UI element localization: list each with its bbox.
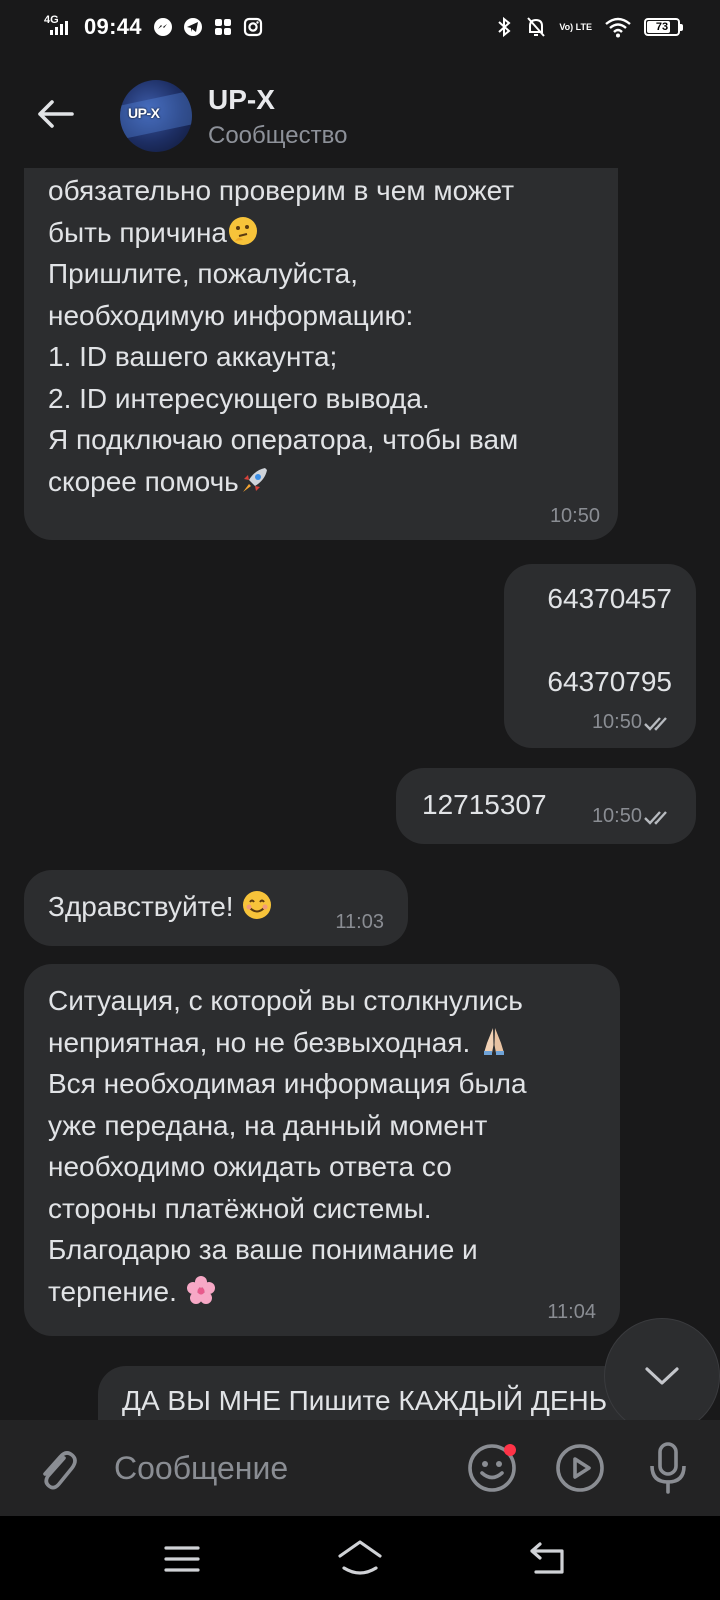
- message-incoming[interactable]: обязательно проверим в чем может быть пр…: [24, 168, 618, 540]
- cherry-blossom-emoji-icon: [186, 1275, 215, 1304]
- home-button[interactable]: [336, 1538, 384, 1578]
- system-navigation-bar: [0, 1516, 720, 1600]
- apps-icon: [214, 19, 231, 35]
- scroll-to-bottom-button[interactable]: [604, 1318, 720, 1434]
- message-incoming[interactable]: Здравствуйте! 11:03: [24, 870, 408, 946]
- recent-apps-button[interactable]: [162, 1544, 202, 1574]
- message-text: ДА ВЫ МНЕ Пишите КАЖДЫЙ ДЕНЬ: [122, 1385, 608, 1416]
- message-input[interactable]: [114, 1444, 434, 1492]
- menu-icon: [164, 1546, 200, 1572]
- message-composer: [0, 1420, 720, 1516]
- microphone-icon: [650, 1442, 686, 1494]
- rocket-emoji-icon: [242, 467, 267, 492]
- instagram-icon: [243, 17, 262, 37]
- back-button[interactable]: [30, 88, 82, 140]
- message-text: Ситуация, с которой вы столкнулись непри…: [48, 985, 527, 1307]
- message-outgoing[interactable]: 12715307 10:50: [396, 768, 696, 844]
- message-text: Здравствуйте!: [48, 886, 273, 928]
- status-time: 09:44: [84, 14, 142, 39]
- chat-subtitle: Сообщество: [208, 122, 348, 149]
- avatar[interactable]: UP-X: [120, 80, 192, 152]
- folded-hands-emoji-icon: [484, 1027, 505, 1055]
- cellular-signal-icon: 4G: [44, 15, 74, 39]
- paperclip-icon: [43, 1451, 77, 1490]
- message-time: 10:50: [591, 711, 642, 733]
- battery-icon: 73: [644, 18, 683, 36]
- chevron-down-icon: [645, 1367, 679, 1385]
- message-time: 11:03: [335, 911, 384, 933]
- read-checkmarks-icon: [644, 717, 667, 731]
- play-circle-icon: [556, 1444, 604, 1492]
- status-bar: 4G 09:44 Vo) LTE 73: [0, 0, 720, 56]
- notification-dot: [504, 1444, 516, 1456]
- message-time: 10:50: [591, 805, 642, 827]
- mute-icon: [527, 17, 546, 37]
- battery-level: 73: [655, 21, 669, 33]
- arrow-left-icon: [38, 100, 74, 128]
- message-list[interactable]: обязательно проверим в чем может быть пр…: [0, 168, 720, 1420]
- wifi-icon: [605, 17, 631, 38]
- return-icon: [530, 1542, 564, 1574]
- message-outgoing[interactable]: 64370457 64370795 10:50: [504, 564, 696, 748]
- message-text: 64370457 64370795: [547, 583, 672, 697]
- avatar-logo-text: UP-X: [128, 105, 160, 121]
- messenger-icon: [153, 18, 172, 36]
- message-text: обязательно проверим в чем может быть пр…: [48, 175, 519, 497]
- thinking-emoji-icon: [229, 216, 257, 245]
- read-checkmarks-icon: [644, 811, 667, 825]
- smiling-emoji-icon: [243, 891, 272, 919]
- attach-button[interactable]: [30, 1442, 82, 1494]
- chat-title[interactable]: UP-X: [208, 84, 275, 116]
- clip-button[interactable]: [554, 1442, 606, 1494]
- message-time: 11:04: [547, 1301, 596, 1323]
- message-incoming[interactable]: Ситуация, с которой вы столкнулись непри…: [24, 964, 620, 1336]
- bluetooth-icon: [498, 16, 511, 38]
- telegram-icon: [183, 18, 202, 36]
- system-back-button[interactable]: [528, 1540, 568, 1576]
- message-text: 12715307: [422, 789, 547, 820]
- home-icon: [338, 1540, 382, 1575]
- voice-message-button[interactable]: [642, 1440, 694, 1496]
- volte-icon: Vo) LTE: [559, 21, 592, 32]
- sticker-button[interactable]: [466, 1442, 518, 1494]
- message-time: 10:50: [549, 505, 600, 527]
- chat-header: UP-X UP-X Сообщество: [0, 56, 720, 168]
